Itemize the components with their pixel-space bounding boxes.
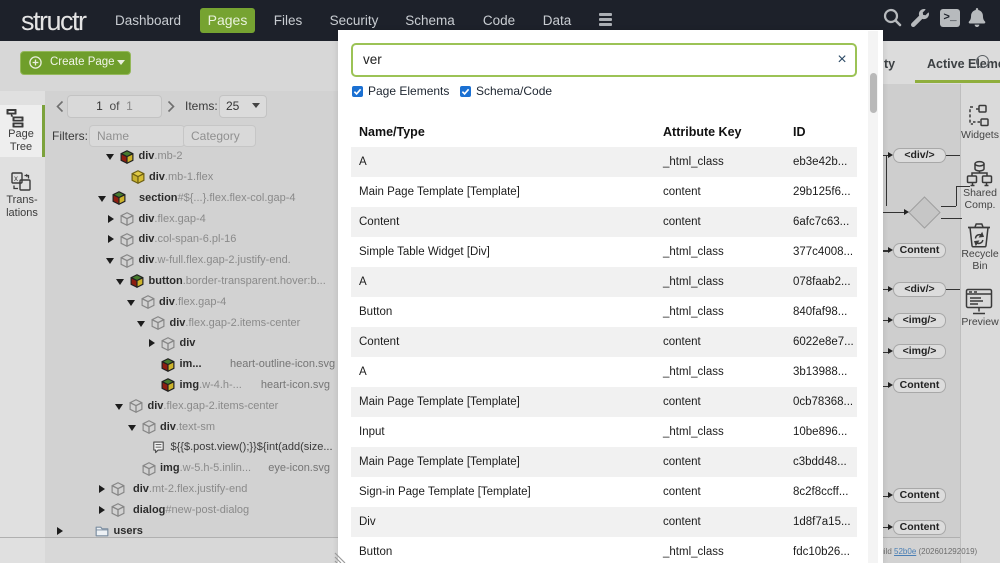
svg-text:x: x xyxy=(14,174,18,183)
